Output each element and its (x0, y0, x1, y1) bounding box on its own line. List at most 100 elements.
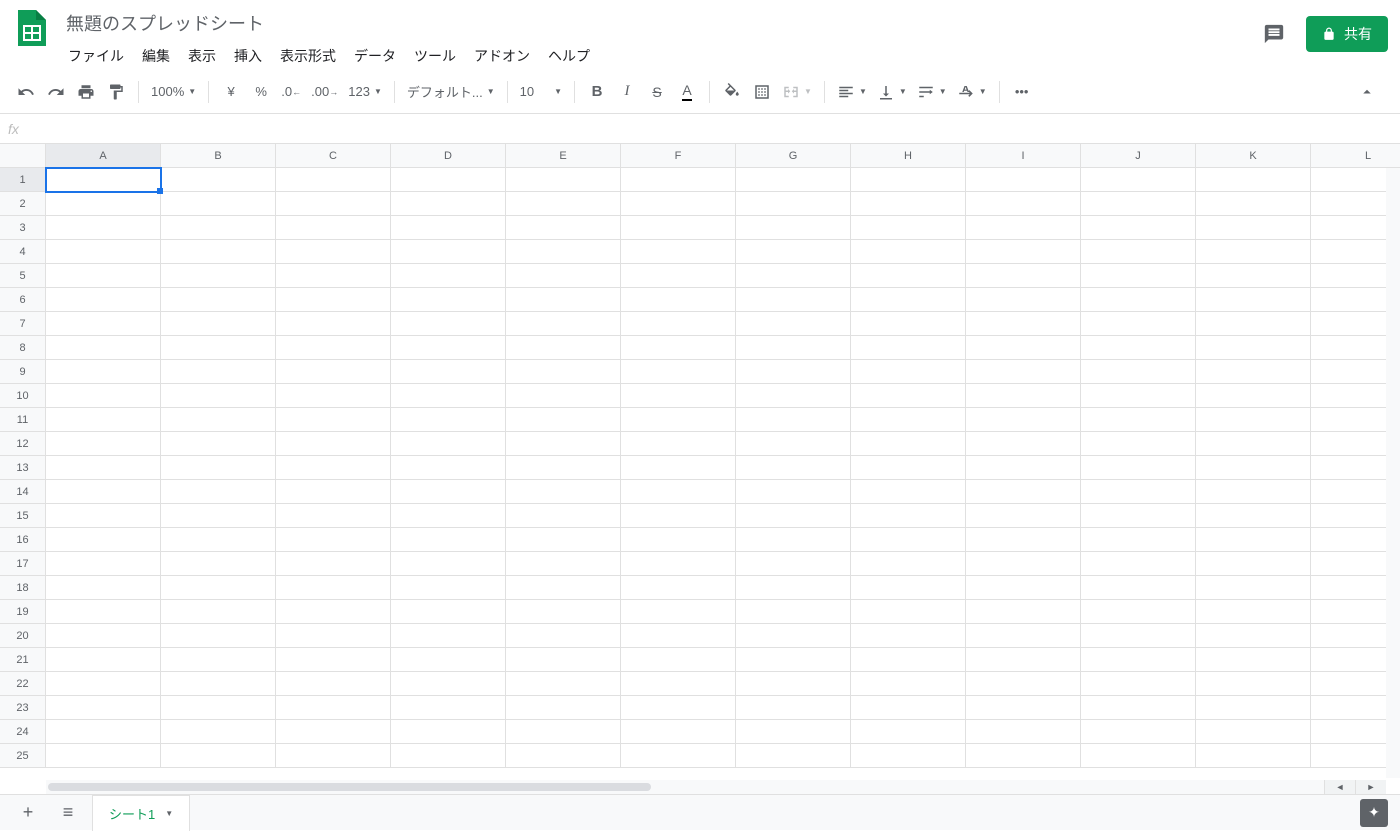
cell[interactable] (391, 624, 506, 648)
cell[interactable] (276, 216, 391, 240)
cell[interactable] (161, 408, 276, 432)
cell[interactable] (1196, 456, 1311, 480)
row-header[interactable]: 14 (0, 480, 46, 504)
cell[interactable] (161, 480, 276, 504)
row-header[interactable]: 6 (0, 288, 46, 312)
cell[interactable] (391, 480, 506, 504)
cell[interactable] (851, 216, 966, 240)
cell[interactable] (276, 576, 391, 600)
cell[interactable] (46, 216, 161, 240)
share-button[interactable]: 共有 (1306, 16, 1388, 52)
cell[interactable] (736, 528, 851, 552)
cell[interactable] (391, 744, 506, 768)
decrease-decimal-button[interactable]: .0← (277, 78, 305, 106)
cell[interactable] (851, 648, 966, 672)
cell[interactable] (621, 288, 736, 312)
cell[interactable] (966, 456, 1081, 480)
cell[interactable] (276, 264, 391, 288)
cell[interactable] (621, 480, 736, 504)
cell[interactable] (851, 408, 966, 432)
cell[interactable] (161, 696, 276, 720)
cell[interactable] (621, 552, 736, 576)
cell[interactable] (1081, 192, 1196, 216)
cell[interactable] (506, 456, 621, 480)
cell[interactable] (621, 528, 736, 552)
cell[interactable] (851, 432, 966, 456)
cell[interactable] (851, 576, 966, 600)
cell[interactable] (161, 432, 276, 456)
cell[interactable] (1196, 360, 1311, 384)
cell[interactable] (1196, 384, 1311, 408)
cell[interactable] (1081, 480, 1196, 504)
print-button[interactable] (72, 78, 100, 106)
row-header[interactable]: 5 (0, 264, 46, 288)
cell[interactable] (966, 432, 1081, 456)
cell[interactable] (391, 504, 506, 528)
cell[interactable] (736, 168, 851, 192)
cell[interactable] (161, 648, 276, 672)
cell[interactable] (736, 288, 851, 312)
horizontal-scrollbar[interactable] (46, 780, 1386, 794)
cell[interactable] (161, 288, 276, 312)
all-sheets-button[interactable]: ≡ (52, 797, 84, 829)
cell[interactable] (46, 264, 161, 288)
cell[interactable] (966, 648, 1081, 672)
cell[interactable] (46, 168, 161, 192)
text-color-button[interactable]: A (673, 78, 701, 106)
row-header[interactable]: 20 (0, 624, 46, 648)
number-format-dropdown[interactable]: 123▼ (344, 78, 386, 106)
cell[interactable] (46, 408, 161, 432)
cell[interactable] (966, 528, 1081, 552)
cell[interactable] (1196, 720, 1311, 744)
cell[interactable] (391, 552, 506, 576)
cell[interactable] (1081, 576, 1196, 600)
cell[interactable] (621, 720, 736, 744)
cell[interactable] (966, 624, 1081, 648)
cell[interactable] (966, 744, 1081, 768)
row-header[interactable]: 19 (0, 600, 46, 624)
cell[interactable] (1081, 672, 1196, 696)
row-header[interactable]: 8 (0, 336, 46, 360)
cell[interactable] (1081, 600, 1196, 624)
collapse-toolbar-button[interactable] (1346, 83, 1388, 101)
column-header[interactable]: G (736, 144, 851, 168)
cell[interactable] (391, 408, 506, 432)
cell[interactable] (736, 696, 851, 720)
cell[interactable] (736, 312, 851, 336)
row-header[interactable]: 12 (0, 432, 46, 456)
cell[interactable] (621, 216, 736, 240)
cell[interactable] (391, 456, 506, 480)
cell[interactable] (1196, 504, 1311, 528)
cell[interactable] (1196, 552, 1311, 576)
menu-format[interactable]: 表示形式 (272, 42, 344, 70)
cell[interactable] (276, 528, 391, 552)
cell[interactable] (851, 600, 966, 624)
cell[interactable] (851, 360, 966, 384)
cell[interactable] (1196, 168, 1311, 192)
cell[interactable] (506, 504, 621, 528)
cell[interactable] (966, 480, 1081, 504)
cell[interactable] (46, 360, 161, 384)
column-header[interactable]: K (1196, 144, 1311, 168)
row-header[interactable]: 2 (0, 192, 46, 216)
cell[interactable] (276, 672, 391, 696)
undo-button[interactable] (12, 78, 40, 106)
italic-button[interactable]: I (613, 78, 641, 106)
cell[interactable] (391, 672, 506, 696)
cell[interactable] (851, 480, 966, 504)
cell[interactable] (621, 192, 736, 216)
row-header[interactable]: 1 (0, 168, 46, 192)
cell[interactable] (46, 336, 161, 360)
menu-view[interactable]: 表示 (180, 42, 224, 70)
cell[interactable] (276, 336, 391, 360)
cell[interactable] (621, 744, 736, 768)
cell[interactable] (276, 240, 391, 264)
cell[interactable] (1081, 744, 1196, 768)
select-all-corner[interactable] (0, 144, 46, 168)
cell[interactable] (506, 576, 621, 600)
cell[interactable] (391, 312, 506, 336)
more-toolbar-button[interactable]: ••• (1008, 78, 1036, 106)
cell[interactable] (506, 192, 621, 216)
cell[interactable] (1081, 384, 1196, 408)
cell[interactable] (736, 408, 851, 432)
